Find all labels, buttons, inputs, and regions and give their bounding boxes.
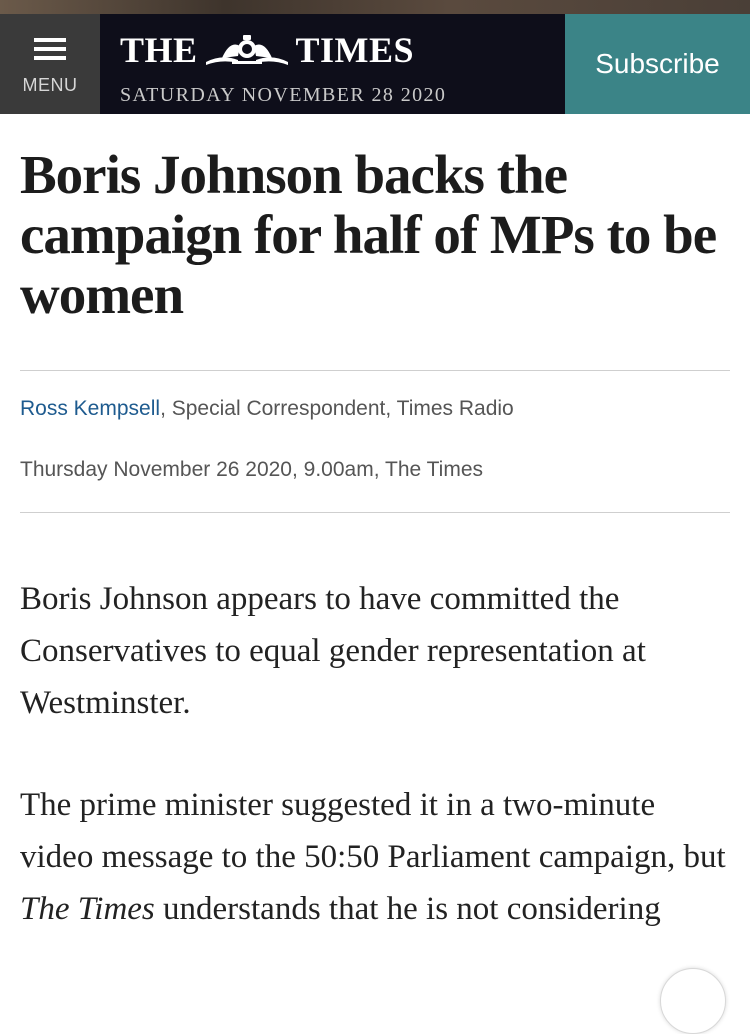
times-logo: THE TIMES [120, 28, 414, 72]
site-header: MENU THE TIMES SATURDAY NOVEMBER 28 2020… [0, 14, 750, 114]
byline: Ross Kempsell, Special Correspondent, Ti… [20, 397, 514, 421]
hamburger-icon [34, 38, 66, 60]
logo-times: TIMES [295, 30, 415, 70]
menu-button[interactable]: MENU [0, 14, 100, 114]
article-paragraph-1: Boris Johnson appears to have committed … [20, 581, 646, 721]
divider-top [20, 370, 730, 371]
masthead-date: SATURDAY NOVEMBER 28 2020 [120, 84, 447, 106]
floating-action-button[interactable] [660, 968, 726, 1034]
paragraph-2-text-a: The prime minister suggested it in a two… [20, 787, 726, 875]
divider-bottom [20, 512, 730, 513]
menu-label: MENU [22, 75, 78, 95]
top-photo-strip [0, 0, 750, 14]
royal-crest-icon [205, 35, 288, 65]
author-link[interactable]: Ross Kempsell [20, 397, 160, 420]
article-headline: Boris Johnson backs the campaign for hal… [20, 144, 717, 325]
article-dateline: Thursday November 26 2020, 9.00am, The T… [20, 458, 484, 481]
masthead[interactable]: THE TIMES SATURDAY NOVEMBER 28 2020 [120, 28, 540, 106]
article-paragraph-2: The prime minister suggested it in a two… [20, 779, 732, 935]
author-role: , Special Correspondent, Times Radio [160, 397, 514, 420]
subscribe-button[interactable]: Subscribe [565, 14, 750, 114]
publication-name: The Times [20, 891, 155, 927]
paragraph-2-text-b: understands that he is not considering [154, 891, 661, 927]
logo-the: THE [120, 30, 198, 70]
